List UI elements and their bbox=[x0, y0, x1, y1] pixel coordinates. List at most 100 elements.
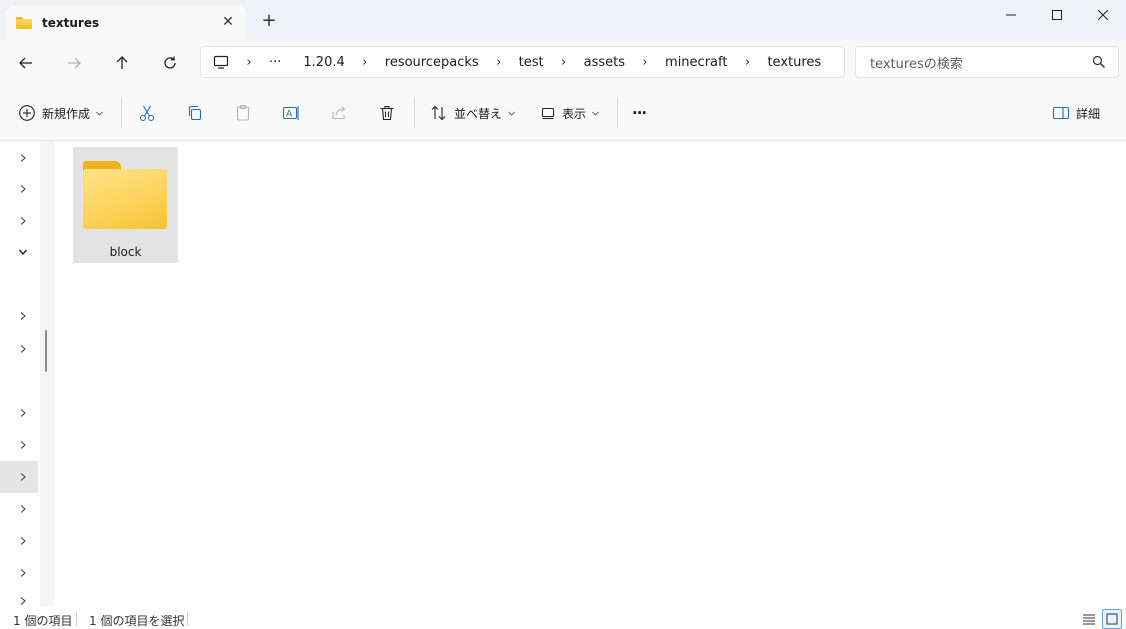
expand-chevron[interactable] bbox=[14, 212, 32, 230]
folder-name: block bbox=[109, 245, 142, 259]
item-count: 1 個の項目 bbox=[13, 614, 73, 628]
tile-view-icon bbox=[1106, 613, 1118, 625]
list-view-icon bbox=[1083, 614, 1095, 625]
maximize-button[interactable] bbox=[1034, 0, 1080, 30]
up-button[interactable] bbox=[108, 49, 136, 77]
close-icon bbox=[1098, 10, 1108, 20]
chevron-down-icon bbox=[96, 111, 103, 116]
folder-icon bbox=[83, 161, 167, 229]
expand-chevron[interactable] bbox=[14, 436, 32, 454]
title-bar: textures ✕ + bbox=[0, 0, 1126, 40]
expand-chevron[interactable] bbox=[14, 596, 32, 606]
expand-chevron[interactable] bbox=[14, 180, 32, 198]
delete-button[interactable] bbox=[378, 102, 396, 124]
nav-pane-scrollbar[interactable] bbox=[40, 141, 54, 606]
breadcrumb-item-test[interactable]: test bbox=[519, 55, 544, 70]
toolbar-divider bbox=[414, 98, 415, 128]
breadcrumb-item-1-20-4[interactable]: 1.20.4 bbox=[303, 55, 344, 70]
address-bar[interactable]: › ··· 1.20.4 › resourcepacks › test › as… bbox=[200, 46, 845, 78]
minimize-button[interactable] bbox=[988, 0, 1034, 30]
sort-icon bbox=[431, 105, 446, 121]
new-button-label: 新規作成 bbox=[42, 106, 91, 121]
more-icon: ··· bbox=[632, 104, 647, 122]
selected-count: 1 個の項目を選択 bbox=[89, 614, 185, 628]
breadcrumb-item-resourcepacks[interactable]: resourcepacks bbox=[385, 55, 479, 70]
collapse-chevron[interactable] bbox=[14, 243, 32, 261]
chevron-right-icon bbox=[20, 597, 26, 605]
chevron-right-icon bbox=[20, 154, 26, 162]
expand-chevron[interactable] bbox=[14, 532, 32, 550]
chevron-right-icon bbox=[20, 505, 26, 513]
chevron-right-icon bbox=[20, 473, 26, 481]
search-box[interactable]: texturesの検索 bbox=[855, 46, 1119, 78]
more-options-button[interactable]: ··· bbox=[632, 102, 647, 124]
folder-item-block[interactable]: block bbox=[73, 147, 178, 263]
arrow-left-icon bbox=[19, 57, 32, 69]
svg-text:A: A bbox=[286, 110, 293, 120]
back-button[interactable] bbox=[12, 49, 40, 77]
status-bar: 1 個の項目 1 個の項目を選択 bbox=[0, 606, 1126, 629]
breadcrumb-item-assets[interactable]: assets bbox=[584, 55, 625, 70]
scrollbar-thumb[interactable] bbox=[45, 330, 47, 372]
chevron-right-icon bbox=[20, 441, 26, 449]
folder-icon bbox=[16, 17, 32, 29]
tab-close-button[interactable]: ✕ bbox=[220, 14, 236, 30]
forward-button[interactable] bbox=[60, 49, 88, 77]
large-icons-view-button[interactable] bbox=[1102, 609, 1122, 629]
breadcrumb-separator[interactable]: › bbox=[635, 55, 655, 70]
file-list[interactable] bbox=[54, 141, 1126, 606]
new-tab-button[interactable]: + bbox=[260, 12, 278, 30]
sort-button[interactable]: 並べ替え bbox=[430, 102, 516, 124]
minimize-icon bbox=[1006, 14, 1016, 16]
view-button-label: 表示 bbox=[562, 106, 587, 121]
rename-icon: A bbox=[282, 106, 299, 120]
breadcrumb-separator[interactable]: › bbox=[355, 55, 375, 70]
breadcrumb-item-minecraft[interactable]: minecraft bbox=[665, 55, 727, 70]
new-button[interactable]: 新規作成 bbox=[18, 102, 104, 124]
paste-button[interactable] bbox=[234, 102, 252, 124]
view-button[interactable]: 表示 bbox=[540, 102, 600, 124]
share-button[interactable] bbox=[330, 102, 348, 124]
chevron-down-icon bbox=[592, 111, 599, 116]
details-view-button[interactable] bbox=[1079, 609, 1099, 629]
cut-button[interactable] bbox=[138, 102, 156, 124]
status-divider bbox=[76, 612, 77, 626]
chevron-right-icon bbox=[20, 409, 26, 417]
computer-icon bbox=[213, 55, 229, 69]
trash-icon bbox=[380, 105, 394, 121]
breadcrumb-separator[interactable]: › bbox=[737, 55, 757, 70]
chevron-down-icon bbox=[18, 249, 28, 256]
details-pane-button[interactable]: 詳細 bbox=[1052, 102, 1100, 124]
rename-button[interactable]: A bbox=[282, 102, 300, 124]
sort-button-label: 並べ替え bbox=[454, 106, 503, 121]
breadcrumb-separator[interactable]: › bbox=[554, 55, 574, 70]
expand-chevron[interactable] bbox=[14, 404, 32, 422]
tab-title: textures bbox=[42, 16, 100, 30]
expand-chevron[interactable] bbox=[14, 307, 32, 325]
arrow-right-icon bbox=[68, 57, 81, 69]
breadcrumb-overflow-button[interactable]: ··· bbox=[269, 55, 281, 70]
copy-button[interactable] bbox=[186, 102, 204, 124]
arrow-up-icon bbox=[116, 56, 128, 69]
tab-textures[interactable]: textures ✕ bbox=[6, 6, 246, 40]
close-window-button[interactable] bbox=[1080, 0, 1126, 30]
status-divider bbox=[187, 612, 188, 626]
refresh-button[interactable] bbox=[156, 49, 184, 77]
expand-chevron[interactable] bbox=[14, 500, 32, 518]
breadcrumb-item-textures[interactable]: textures bbox=[767, 55, 821, 70]
clipboard-icon bbox=[236, 104, 250, 121]
breadcrumb-separator: › bbox=[246, 54, 252, 70]
navigation-bar: › ··· 1.20.4 › resourcepacks › test › as… bbox=[0, 40, 1126, 86]
expand-chevron[interactable] bbox=[14, 564, 32, 582]
view-icon bbox=[541, 107, 555, 120]
breadcrumb-separator[interactable]: › bbox=[489, 55, 509, 70]
details-button-label: 詳細 bbox=[1076, 106, 1101, 121]
command-bar: 新規作成 A 並べ替え 表示 ··· 詳細 bbox=[0, 86, 1126, 141]
chevron-down-icon bbox=[508, 111, 515, 116]
expand-chevron[interactable] bbox=[14, 149, 32, 167]
expand-chevron[interactable] bbox=[14, 340, 32, 358]
expand-chevron[interactable] bbox=[14, 468, 32, 486]
chevron-right-icon bbox=[20, 217, 26, 225]
plus-circle-icon bbox=[19, 105, 35, 121]
chevron-right-icon bbox=[20, 537, 26, 545]
